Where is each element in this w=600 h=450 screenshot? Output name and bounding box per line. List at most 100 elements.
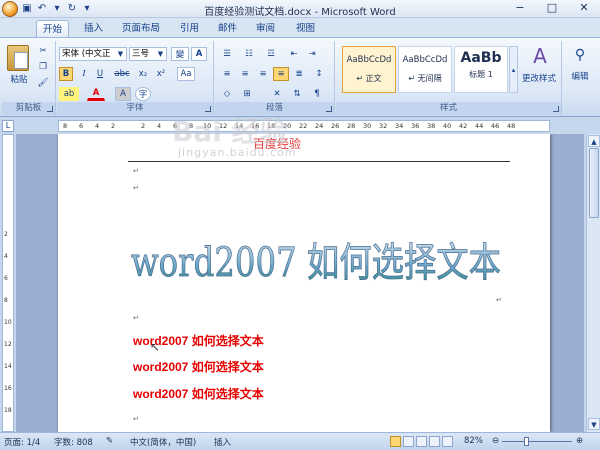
- distributed-icon[interactable]: ≣: [291, 67, 307, 81]
- font-size-value: 三号: [132, 49, 150, 59]
- chevron-down-icon: ▼: [117, 50, 124, 58]
- word-count[interactable]: 字数: 808: [54, 436, 93, 448]
- style-normal[interactable]: AaBbCcDd ↵ 正文: [342, 46, 396, 93]
- dialog-launcher-icon[interactable]: [47, 106, 53, 112]
- maximize-button[interactable]: □: [536, 0, 568, 16]
- copy-icon[interactable]: ❐: [36, 61, 50, 73]
- ruler-number: 28: [347, 122, 356, 130]
- zoom-slider-thumb[interactable]: [524, 437, 529, 446]
- language-indicator[interactable]: 中文(简体，中国): [130, 436, 196, 448]
- editing-button[interactable]: 编辑: [565, 69, 595, 83]
- draft-icon[interactable]: [442, 436, 453, 447]
- header-rule: [128, 161, 510, 162]
- document-area[interactable]: 百度经验 ↵ ↵ word2007 如何选择文本 ↵ ↵ word2007 如何…: [16, 134, 584, 432]
- borders-icon[interactable]: ⊞: [239, 87, 255, 101]
- document-page[interactable]: 百度经验 ↵ ↵ word2007 如何选择文本 ↵ ↵ word2007 如何…: [58, 134, 550, 432]
- format-painter-icon[interactable]: 🖌: [36, 77, 50, 89]
- strikethrough-button[interactable]: abc: [111, 67, 133, 81]
- font-color-button[interactable]: A: [87, 87, 105, 101]
- binoculars-icon[interactable]: ⚲: [569, 45, 591, 65]
- insert-mode[interactable]: 插入: [214, 436, 231, 448]
- horizontal-ruler[interactable]: 8 6 4 2 2 4 6 8 10 12 14 16 18 20 22 24 …: [58, 120, 550, 132]
- sort-icon[interactable]: ⇅: [289, 87, 305, 101]
- web-layout-icon[interactable]: [416, 436, 427, 447]
- paragraph-group: ☰ ☷ ☲ ⇤ ⇥ ≡ ≡ ≡ ≡ ≣ ↕ ◇ ⊞ ✕ ⇅ ¶ 段落: [215, 41, 335, 115]
- dialog-launcher-icon[interactable]: [553, 106, 559, 112]
- tab-mailings[interactable]: 邮件: [212, 20, 243, 37]
- dialog-launcher-icon[interactable]: [326, 106, 332, 112]
- paste-icon[interactable]: [7, 45, 29, 71]
- decrease-indent-icon[interactable]: ⇤: [287, 47, 301, 61]
- scroll-down-icon[interactable]: ▼: [588, 418, 600, 430]
- shading-icon[interactable]: ◇: [219, 87, 235, 101]
- justify-icon[interactable]: ≡: [273, 67, 289, 81]
- change-styles-icon[interactable]: A: [529, 44, 551, 68]
- line-spacing-icon[interactable]: ↕: [311, 67, 327, 81]
- align-left-icon[interactable]: ≡: [219, 67, 235, 81]
- page-count[interactable]: 页面: 1/4: [4, 436, 40, 448]
- bullets-icon[interactable]: ☰: [219, 47, 235, 61]
- change-styles-button[interactable]: 更改样式: [517, 71, 561, 85]
- zoom-out-icon[interactable]: ⊖: [492, 436, 499, 446]
- numbering-icon[interactable]: ☷: [241, 47, 257, 61]
- align-center-icon[interactable]: ≡: [237, 67, 253, 81]
- editing-group: ⚲ 编辑: [563, 41, 598, 115]
- increase-indent-icon[interactable]: ⇥: [305, 47, 319, 61]
- close-button[interactable]: ✕: [568, 0, 600, 16]
- vertical-ruler[interactable]: 2 4 6 8 10 12 14 16 18: [2, 134, 14, 432]
- tab-insert[interactable]: 插入: [78, 20, 109, 37]
- change-case-button[interactable]: Aa: [177, 67, 195, 81]
- scroll-thumb[interactable]: [589, 148, 599, 218]
- character-shading-button[interactable]: A: [115, 87, 131, 101]
- phonetic-guide-button[interactable]: 變: [171, 47, 189, 61]
- multilevel-list-icon[interactable]: ☲: [263, 47, 279, 61]
- tab-home[interactable]: 开始: [36, 20, 70, 37]
- ruler-number: 32: [379, 122, 388, 130]
- tab-selector[interactable]: L: [2, 120, 14, 132]
- wordart-title[interactable]: word2007 如何选择文本: [126, 220, 506, 300]
- tab-page-layout[interactable]: 页面布局: [116, 20, 166, 37]
- font-size-select[interactable]: 三号 ▼: [129, 47, 167, 61]
- style-no-spacing[interactable]: AaBbCcDd ↵ 无间隔: [398, 46, 452, 93]
- outline-icon[interactable]: [429, 436, 440, 447]
- styles-scroll-icon[interactable]: ▴: [509, 46, 518, 93]
- styles-group-label: 样式: [336, 102, 561, 115]
- scroll-up-icon[interactable]: ▲: [588, 135, 600, 147]
- underline-button[interactable]: U: [93, 67, 107, 81]
- paste-button[interactable]: 粘贴: [6, 73, 32, 85]
- superscript-button[interactable]: x²: [153, 67, 169, 81]
- highlight-button[interactable]: ab: [59, 87, 79, 101]
- font-letter-button[interactable]: A: [191, 47, 207, 61]
- tab-view[interactable]: 视图: [290, 20, 321, 37]
- ruler-number: 34: [395, 122, 404, 130]
- align-right-icon[interactable]: ≡: [255, 67, 271, 81]
- document-line[interactable]: word2007 如何选择文本: [133, 385, 264, 402]
- zoom-in-icon[interactable]: ⊕: [576, 436, 583, 446]
- paragraph-mark: ↵: [133, 314, 139, 322]
- status-bar: 页面: 1/4 字数: 808 ✎ 中文(简体，中国) 插入 82% ⊖ ⊕: [0, 432, 600, 450]
- proofing-icon[interactable]: ✎: [106, 436, 113, 446]
- enclose-characters-button[interactable]: 字: [135, 87, 151, 101]
- chinese-layout-icon[interactable]: ✕: [269, 87, 285, 101]
- style-heading-1[interactable]: AaBb 标题 1: [454, 46, 508, 93]
- zoom-slider-track[interactable]: [502, 441, 572, 442]
- ruler-number: 2: [111, 122, 116, 130]
- full-screen-reading-icon[interactable]: [403, 436, 414, 447]
- document-line[interactable]: word2007 如何选择文本: [133, 358, 264, 375]
- vertical-scrollbar[interactable]: ▲ ▼: [586, 134, 600, 432]
- subscript-button[interactable]: x₂: [135, 67, 151, 81]
- zoom-level[interactable]: 82%: [464, 436, 483, 446]
- style-sample: AaBbCcDd: [346, 55, 392, 65]
- minimize-button[interactable]: −: [504, 0, 536, 16]
- print-layout-icon[interactable]: [390, 436, 401, 447]
- bold-button[interactable]: B: [59, 67, 73, 81]
- tab-references[interactable]: 引用: [174, 20, 205, 37]
- style-name: 标题 1: [469, 70, 493, 79]
- italic-button[interactable]: I: [77, 67, 91, 81]
- show-marks-icon[interactable]: ¶: [309, 87, 325, 101]
- tab-review[interactable]: 审阅: [250, 20, 281, 37]
- font-name-select[interactable]: 宋体 (中文正 ▼: [59, 47, 127, 61]
- cut-icon[interactable]: ✂: [36, 45, 50, 57]
- font-group: 宋体 (中文正 ▼ 三号 ▼ 變 A B I U abc x₂ x² Aa ab…: [57, 41, 214, 115]
- ribbon: 粘贴 ✂ ❐ 🖌 剪贴板 宋体 (中文正 ▼ 三号 ▼ 變 A B I U ab…: [0, 37, 600, 117]
